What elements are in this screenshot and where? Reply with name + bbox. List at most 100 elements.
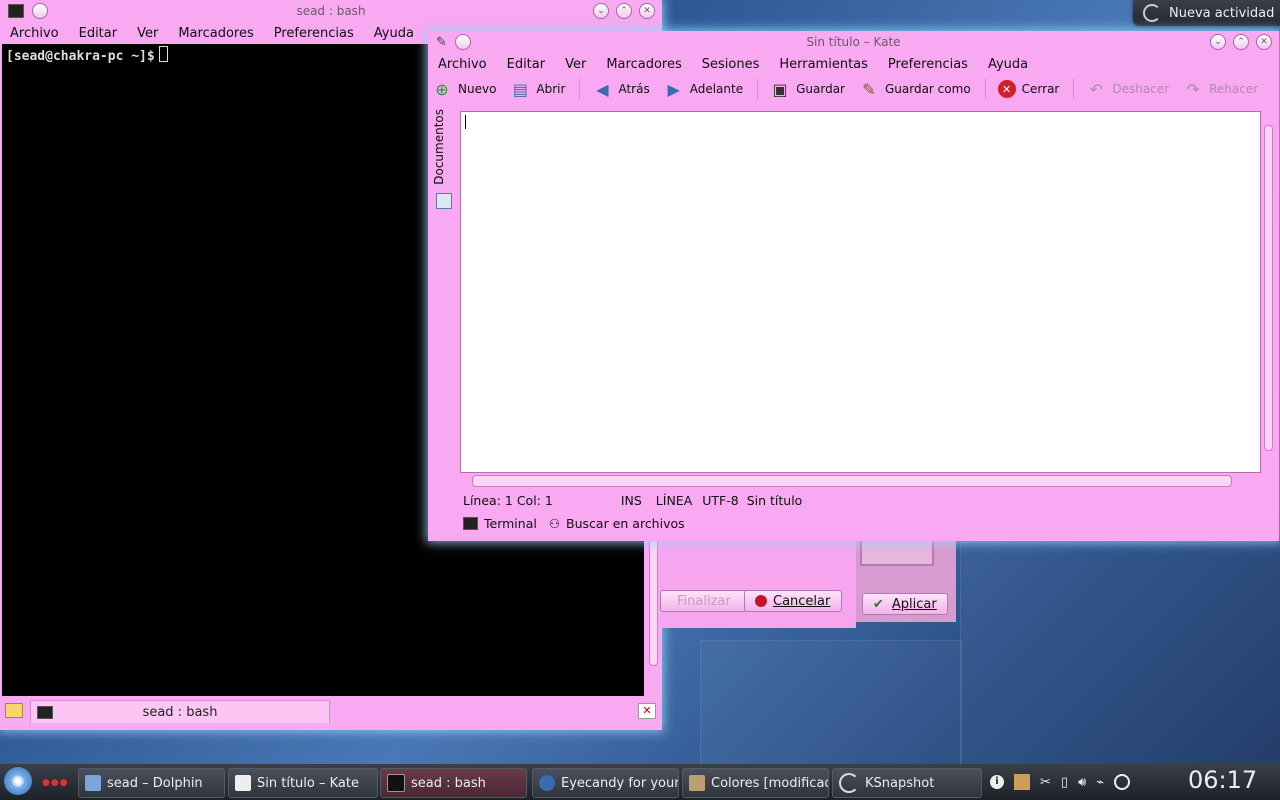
search-files-button[interactable]: ⚇ Buscar en archivos [549,516,685,531]
menu-ayuda[interactable]: Ayuda [364,26,424,41]
documents-icon [436,193,452,209]
menu-ver[interactable]: Ver [555,57,596,72]
new-tab-icon[interactable] [5,703,23,718]
konsole-icon [387,774,405,792]
save-as-button[interactable]: ✎ Guardar como [859,79,970,99]
terminal-tabbar: sead : bash ✕ [0,698,662,726]
maximize-button[interactable]: ⌃ [1233,34,1249,50]
menu-sesiones[interactable]: Sesiones [692,57,770,72]
ksnapshot-icon [839,773,859,793]
documents-label: Documentos [432,109,446,185]
clipboard-scissors-icon[interactable]: ✂ [1040,775,1051,790]
new-activity-label: Nueva actividad [1169,5,1275,21]
new-activity-widget[interactable]: Nueva actividad [1133,0,1280,26]
editor-vertical-scrollbar[interactable] [1262,123,1274,473]
task-kate[interactable]: Sin título – Kate [228,768,378,798]
network-icon[interactable]: ⌁ [1096,775,1104,790]
arrow-right-icon: ▶ [667,79,680,99]
menu-preferencias[interactable]: Preferencias [264,26,364,41]
close-button[interactable]: ✕ [639,3,655,19]
launcher-icon[interactable]: ✺ [4,767,32,795]
terminal-icon [463,517,478,530]
minimize-button[interactable]: ⌄ [593,3,609,19]
open-button[interactable]: ▤ Abrir [510,79,566,99]
save-button[interactable]: ▣ Guardar [770,79,845,99]
package-icon[interactable] [1014,774,1030,790]
menu-editar[interactable]: Editar [69,26,128,41]
activity-icon [1143,4,1161,22]
close-document-button[interactable]: ✕ Cerrar [997,80,1059,98]
editor-horizontal-scrollbar[interactable] [472,475,1232,487]
task-browser[interactable]: Eyecandy for your [532,768,679,798]
close-tab-icon[interactable]: ✕ [638,703,656,719]
desktop-switcher-icon[interactable]: ●●● [42,778,69,788]
tray-expand-icon[interactable] [1114,774,1131,790]
task-colors[interactable]: Colores [modificad [682,768,829,798]
arrow-left-icon: ◀ [596,79,609,99]
terminal-app-icon[interactable] [8,4,24,18]
task-ksnapshot[interactable]: KSnapshot [832,768,982,798]
binoculars-icon: ⚇ [548,516,561,531]
kate-titlebar[interactable]: ✎ Sin título – Kate ⌄ ⌃ ✕ [428,31,1279,53]
maximize-button[interactable]: ⌃ [616,3,632,19]
cancel-button[interactable]: Cancelar [744,590,842,612]
back-button[interactable]: ◀ Atrás [592,79,649,99]
menu-ayuda[interactable]: Ayuda [978,57,1038,72]
shell-prompt: [sead@chakra-pc ~]$ [6,49,155,64]
dolphin-icon [85,775,101,791]
terminal-cursor [158,46,168,62]
browser-icon [539,775,555,791]
status-bar: Línea: 1 Col: 1 INS LÍNEA UTF-8 Sin títu… [463,493,802,508]
menu-marcadores[interactable]: Marcadores [596,57,691,72]
kate-window: ✎ Sin título – Kate ⌄ ⌃ ✕ Archivo Editar… [428,31,1279,541]
background-dialog: Finalizar Cancelar [660,540,856,628]
check-icon: ✔ [873,596,884,612]
terminal-toolview-button[interactable]: Terminal [463,516,537,531]
volume-icon[interactable]: 🔊︎ [1078,775,1086,790]
kate-icon [235,775,251,791]
redo-button[interactable]: ↷ Rehacer [1183,79,1258,99]
terminal-titlebar[interactable]: sead : bash ⌄ ⌃ ✕ [0,0,662,22]
new-button[interactable]: ⊕ Nuevo [432,79,496,99]
insert-mode[interactable]: INS [621,493,642,508]
menu-archivo[interactable]: Archivo [428,57,497,72]
device-notifier-icon[interactable]: ▯ [1061,775,1068,790]
background-dialog-secondary: ✔ Aplicar [856,540,956,622]
selection-mode[interactable]: LÍNEA [656,493,692,508]
menu-marcadores[interactable]: Marcadores [168,26,263,41]
pin-icon[interactable] [32,3,48,19]
menu-archivo[interactable]: Archivo [0,26,69,41]
system-tray: i ✂ ▯ 🔊︎ ⌁ [990,768,1180,796]
menu-ver[interactable]: Ver [127,26,168,41]
close-document-icon: ✕ [997,80,1016,98]
undo-icon: ↶ [1089,79,1104,99]
close-button[interactable]: ✕ [1256,34,1272,50]
taskbar: ✺ ●●● sead – Dolphin Sin título – Kate s… [0,764,1280,800]
documents-sidebar-tab[interactable]: Documentos [430,109,458,219]
desktop-tile [960,540,1280,772]
terminal-tab-icon [37,705,53,719]
toolview-bar: Terminal ⚇ Buscar en archivos [463,516,685,531]
apply-button[interactable]: ✔ Aplicar [862,593,948,615]
finish-button: Finalizar [660,590,754,612]
task-terminal[interactable]: sead : bash [380,768,527,798]
undo-button[interactable]: ↶ Deshacer [1086,79,1169,99]
cancel-icon [755,595,767,607]
terminal-tab[interactable]: sead : bash [30,700,330,723]
menu-editar[interactable]: Editar [497,57,556,72]
forward-button[interactable]: ▶ Adelante [664,79,744,99]
pin-icon[interactable] [454,34,471,50]
kate-toolbar: ⊕ Nuevo ▤ Abrir ◀ Atrás ▶ Adelante ▣ Guardar … [428,75,1279,103]
task-dolphin[interactable]: sead – Dolphin [78,768,225,798]
clock[interactable]: 06:17 [1188,766,1257,794]
kate-menubar: Archivo Editar Ver Marcadores Sesiones H… [428,53,1279,75]
kate-app-icon[interactable]: ✎ [436,35,447,50]
menu-herramientas[interactable]: Herramientas [769,57,878,72]
encoding[interactable]: UTF-8 [702,493,738,508]
open-folder-icon: ▤ [512,79,528,99]
text-editor-area[interactable] [460,111,1261,473]
menu-preferencias[interactable]: Preferencias [878,57,978,72]
info-icon[interactable]: i [990,775,1004,789]
minimize-button[interactable]: ⌄ [1210,34,1226,50]
kate-title: Sin título – Kate [806,35,901,49]
